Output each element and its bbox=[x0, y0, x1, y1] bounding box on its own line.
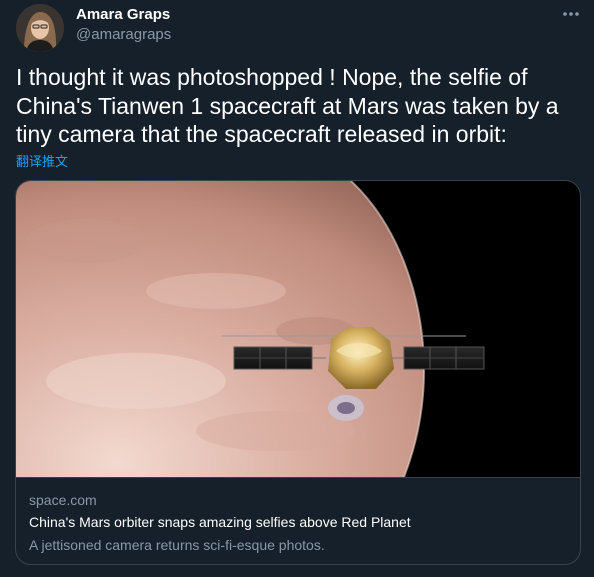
card-domain: space.com bbox=[29, 492, 97, 508]
author-name[interactable]: Amara Graps bbox=[76, 6, 170, 23]
avatar-photo bbox=[16, 4, 64, 52]
author-handle[interactable]: @amaragraps bbox=[76, 26, 171, 43]
more-horizontal-icon bbox=[563, 12, 579, 16]
card-title: China's Mars orbiter snaps amazing selfi… bbox=[29, 514, 411, 530]
tweet-text: I thought it was photoshopped ! Nope, th… bbox=[16, 64, 559, 147]
more-options-button[interactable] bbox=[556, 2, 586, 26]
card-divider bbox=[16, 477, 580, 478]
tweet: Amara Graps @amaragraps I thought it was… bbox=[0, 0, 594, 577]
link-card[interactable]: space.com China's Mars orbiter snaps ama… bbox=[15, 180, 581, 565]
avatar[interactable] bbox=[16, 4, 64, 52]
translate-tweet-link[interactable]: 翻译推文 bbox=[16, 151, 68, 170]
card-image[interactable] bbox=[16, 181, 580, 477]
card-description: A jettisoned camera returns sci-fi-esque… bbox=[29, 537, 325, 553]
